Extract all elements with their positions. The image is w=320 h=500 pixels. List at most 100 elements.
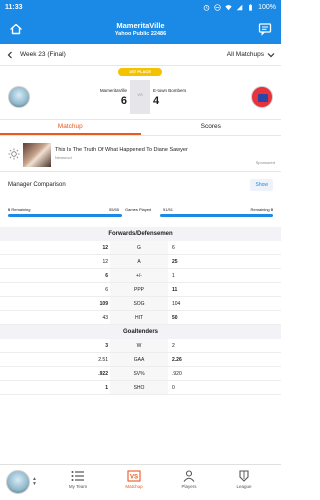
stat-category: A xyxy=(110,255,168,268)
tab-scores[interactable]: Scores xyxy=(141,120,282,135)
dnd-icon xyxy=(214,3,221,11)
team2-stat-value: 0 xyxy=(172,384,175,391)
team1-name[interactable]: MameritaVille xyxy=(100,88,127,93)
team1-score: 6 xyxy=(120,95,127,107)
stat-category: SOG xyxy=(110,297,168,310)
games-remaining: 0 Remaining 55/55 Games Played 51/51 Rem… xyxy=(0,204,281,218)
stat-category: SV% xyxy=(110,367,168,380)
sponsored-ad[interactable]: This Is The Truth Of What Happened To Di… xyxy=(0,138,281,172)
chevron-left-icon[interactable] xyxy=(6,51,14,59)
team2-stat-value: 11 xyxy=(172,286,178,293)
stat-row: 6 PPP 11 xyxy=(0,283,281,297)
chevron-down-icon xyxy=(267,52,275,57)
battery-percent: 100% xyxy=(258,3,276,11)
team2-name[interactable]: E-town Bombers xyxy=(153,88,186,93)
wifi-icon xyxy=(225,4,232,10)
chat-icon[interactable] xyxy=(258,22,272,36)
team2-stat-value: 1 xyxy=(172,272,175,279)
team1-avatar[interactable] xyxy=(8,86,30,108)
team2-stat-value: .920 xyxy=(172,370,182,377)
stat-row: .922 SV% .920 xyxy=(0,367,281,381)
team1-stat-value: 2.51 xyxy=(98,356,108,363)
nav-league[interactable]: League xyxy=(224,470,264,489)
manager-comparison-label: Manager Comparison xyxy=(8,182,66,188)
stat-category: GAA xyxy=(110,353,168,366)
games-played-label: Games Played xyxy=(125,207,152,212)
stat-category: +/- xyxy=(110,269,168,282)
matchup-scoreboard: 1ST PLACE MameritaVille 6 VS E-town Bomb… xyxy=(0,66,281,120)
place-badge: 1ST PLACE xyxy=(118,68,162,76)
nav-players-label: Players xyxy=(181,484,197,489)
stat-row: 12 A 25 xyxy=(0,255,281,269)
nav-my-team[interactable]: My Team xyxy=(58,470,98,489)
player-icon xyxy=(183,470,195,482)
league-subtitle: Yahoo Public 22486 xyxy=(114,31,167,37)
team1-stat-value: 12 xyxy=(102,244,108,251)
stat-row: 1 SHO 0 xyxy=(0,381,281,395)
stat-category: W xyxy=(110,339,168,352)
team1-remaining: 0 Remaining xyxy=(8,207,31,212)
ad-headline[interactable]: This Is The Truth Of What Happened To Di… xyxy=(55,147,188,153)
team2-stat-value: 2.26 xyxy=(172,356,182,363)
ad-thumbnail[interactable] xyxy=(23,143,51,167)
show-button[interactable]: Show xyxy=(250,179,273,191)
team1-stat-value: 1 xyxy=(105,384,108,391)
shield-icon xyxy=(239,470,249,482)
team2-stat-value: 104 xyxy=(172,300,181,307)
status-bar: 11:33 100% xyxy=(0,0,281,14)
svg-text:VS: VS xyxy=(130,475,138,481)
team1-progress-bar xyxy=(8,214,122,217)
bottom-nav: ▲ ▼ My Team VS Matchup Players League xyxy=(0,464,281,500)
stat-row: 43 HIT 50 xyxy=(0,311,281,325)
team2-progress-bar xyxy=(160,214,273,217)
nav-my-team-label: My Team xyxy=(68,484,88,489)
battery-icon xyxy=(249,3,252,11)
app-header: MameritaVille Yahoo Public 22486 xyxy=(0,14,281,44)
stat-row: 6 +/- 1 xyxy=(0,269,281,283)
team2-stat-value: 50 xyxy=(172,314,178,321)
team1-stat-value: 3 xyxy=(105,342,108,349)
ad-source: Newsrool xyxy=(55,155,72,160)
tab-matchup[interactable]: Matchup xyxy=(0,120,141,135)
team-avatar[interactable] xyxy=(6,470,30,494)
team-switch-icon[interactable]: ▲ ▼ xyxy=(32,477,38,487)
vs-label: VS xyxy=(137,92,143,97)
status-time: 11:33 xyxy=(5,3,23,11)
stat-comparison-table: Forwards/Defensemen 12 G 6 12 A 25 6 +/- 1 6 PPP 11 1… xyxy=(0,227,281,395)
week-label[interactable]: Week 23 (Final) xyxy=(20,51,66,58)
stat-row: 2.51 GAA 2.26 xyxy=(0,353,281,367)
nav-matchup[interactable]: VS Matchup xyxy=(114,470,154,489)
stat-row: 12 G 6 xyxy=(0,241,281,255)
section-header: Goaltenders xyxy=(0,325,281,339)
sun-icon xyxy=(8,148,20,160)
list-icon xyxy=(71,471,84,481)
status-icons: 100% xyxy=(203,4,276,11)
matchup-filter-dropdown[interactable]: All Matchups xyxy=(227,51,275,58)
team2-avatar[interactable] xyxy=(251,86,273,108)
stat-category: SHO xyxy=(110,381,168,394)
matchup-filter-label: All Matchups xyxy=(226,51,264,58)
league-title: MameritaVille xyxy=(116,21,165,30)
versus-icon: VS xyxy=(127,470,141,482)
team1-stat-value: 109 xyxy=(99,300,108,307)
team2-stat-value: 25 xyxy=(172,258,178,265)
nav-matchup-label: Matchup xyxy=(125,484,143,489)
manager-comparison: Manager Comparison Show xyxy=(0,176,281,194)
team2-stat-value: 6 xyxy=(172,244,175,251)
team1-stat-value: 12 xyxy=(102,258,108,265)
stat-row: 3W2 xyxy=(0,339,281,353)
signal-icon xyxy=(236,4,243,10)
nav-league-label: League xyxy=(236,484,252,489)
team1-games-count: 55/55 xyxy=(109,207,120,212)
alarm-icon xyxy=(203,4,210,11)
team1-stat-value: 43 xyxy=(102,314,108,321)
vs-divider: VS xyxy=(130,80,150,114)
stat-category: HIT xyxy=(110,311,168,324)
team1-stat-value: .922 xyxy=(98,370,108,377)
matchup-tabs: Matchup Scores xyxy=(0,120,281,136)
team2-remaining: Remaining 0 xyxy=(250,207,273,212)
stat-row: 109 SOG 104 xyxy=(0,297,281,311)
nav-players[interactable]: Players xyxy=(169,470,209,489)
week-bar: Week 23 (Final) All Matchups xyxy=(0,44,281,66)
section-header: Forwards/Defensemen xyxy=(0,227,281,241)
